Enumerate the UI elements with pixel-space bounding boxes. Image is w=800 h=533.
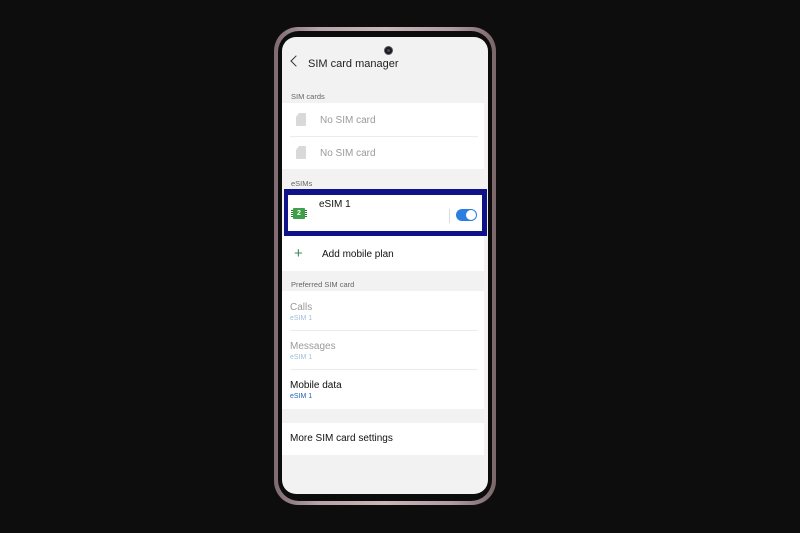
phone-screen: SIM card manager SIM cards No SIM card N… bbox=[282, 37, 488, 494]
add-mobile-plan-label: Add mobile plan bbox=[322, 249, 394, 260]
sim-slot-label: No SIM card bbox=[320, 115, 376, 126]
section-label-preferred: Preferred SIM card bbox=[291, 280, 355, 289]
esim-row[interactable]: 2 eSIM 1 bbox=[288, 195, 482, 231]
more-settings-card: More SIM card settings bbox=[282, 423, 484, 455]
app-header: SIM card manager bbox=[282, 53, 488, 75]
back-arrow-icon[interactable] bbox=[290, 55, 302, 67]
esim-highlight-box: 2 eSIM 1 bbox=[284, 189, 487, 236]
sim-slot-2[interactable]: No SIM card bbox=[282, 136, 484, 169]
preferred-calls-value: eSIM 1 bbox=[290, 315, 313, 322]
plus-icon: + bbox=[294, 245, 303, 262]
preferred-mobile-data-title: Mobile data bbox=[290, 380, 342, 391]
add-plan-card: + Add mobile plan bbox=[282, 235, 484, 271]
esim-toggle-switch[interactable] bbox=[456, 209, 477, 221]
more-sim-card-settings-row[interactable]: More SIM card settings bbox=[282, 423, 484, 455]
preferred-messages-row[interactable]: Messages eSIM 1 bbox=[282, 330, 484, 369]
preferred-mobile-data-value: eSIM 1 bbox=[290, 393, 313, 400]
separator bbox=[449, 209, 450, 223]
preferred-messages-title: Messages bbox=[290, 341, 336, 352]
sim-slot-1[interactable]: No SIM card bbox=[282, 103, 484, 136]
more-sim-card-settings-label: More SIM card settings bbox=[290, 433, 393, 444]
preferred-calls-row[interactable]: Calls eSIM 1 bbox=[282, 291, 484, 330]
preferred-mobile-data-row[interactable]: Mobile data eSIM 1 bbox=[282, 369, 484, 409]
sim-slot-label: No SIM card bbox=[320, 148, 376, 159]
sim-card-icon bbox=[296, 146, 306, 159]
section-label-esims: eSIMs bbox=[291, 179, 313, 188]
preferred-messages-value: eSIM 1 bbox=[290, 354, 313, 361]
add-mobile-plan-row[interactable]: + Add mobile plan bbox=[282, 235, 484, 271]
section-label-sim-cards: SIM cards bbox=[291, 92, 325, 101]
toggle-knob bbox=[466, 210, 476, 220]
esim-name: eSIM 1 bbox=[319, 199, 351, 210]
sim-cards-card: No SIM card No SIM card bbox=[282, 103, 484, 169]
esim-chip-icon: 2 bbox=[291, 208, 307, 219]
page-title: SIM card manager bbox=[308, 58, 399, 70]
preferred-calls-title: Calls bbox=[290, 302, 313, 313]
preferred-sim-card: Calls eSIM 1 Messages eSIM 1 Mobile data… bbox=[282, 291, 484, 409]
sim-card-icon bbox=[296, 113, 306, 126]
